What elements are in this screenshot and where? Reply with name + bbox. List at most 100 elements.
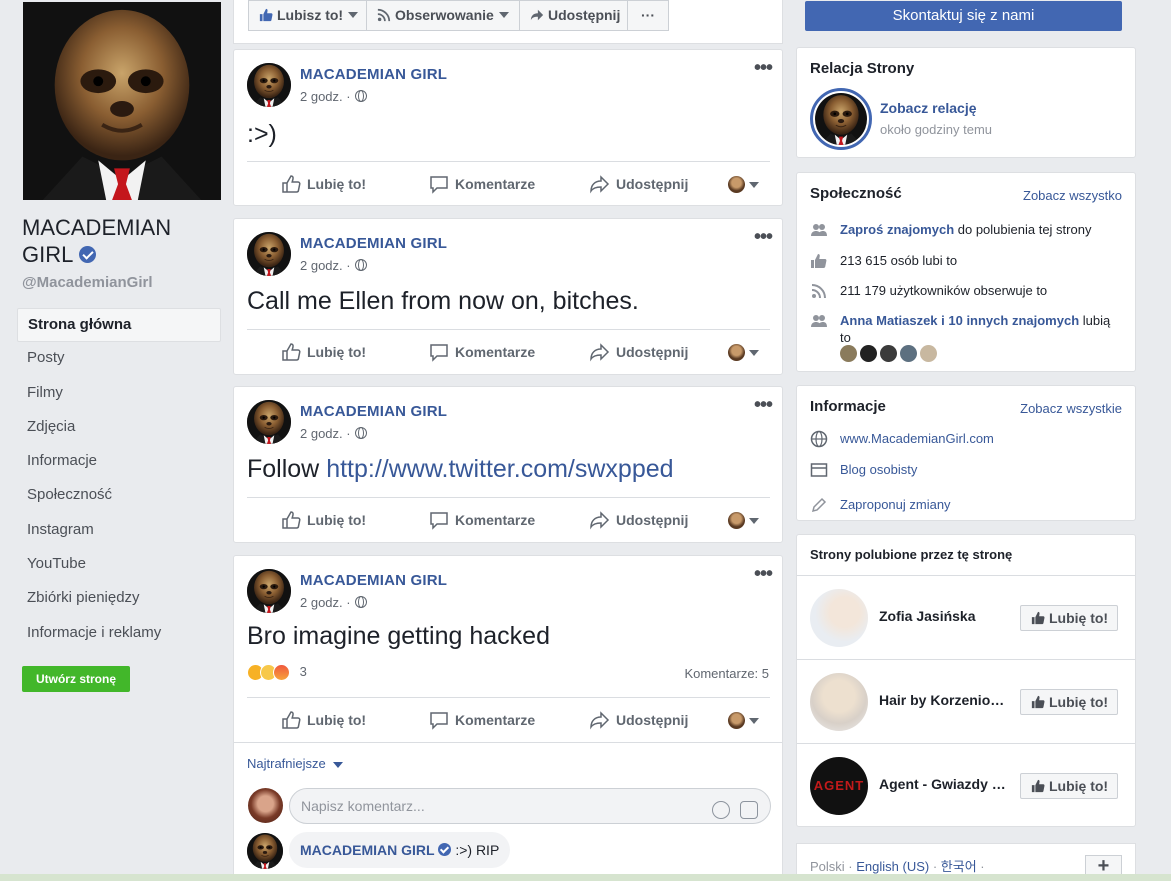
nav-item-videos[interactable]: Filmy [17, 377, 221, 411]
share-button[interactable]: Udostępnij [590, 698, 688, 742]
nav-item-photos[interactable]: Zdjęcia [17, 411, 221, 445]
liked-page-avatar[interactable] [810, 673, 868, 731]
friend-avatar[interactable] [880, 345, 897, 362]
info-see-all-link[interactable]: Zobacz wszystkie [1020, 401, 1122, 416]
sloth-image [23, 2, 221, 200]
friend-avatar[interactable] [860, 345, 877, 362]
share-button[interactable]: Udostępnij [590, 498, 688, 542]
story-avatar-ring[interactable] [810, 88, 872, 150]
reactions-summary[interactable]: 3 [247, 664, 307, 682]
post-options-icon[interactable]: ••• [754, 227, 773, 247]
liked-page-avatar[interactable] [810, 589, 868, 647]
post-options-icon[interactable]: ••• [754, 58, 773, 78]
share-page-button[interactable]: Udostępnij [519, 0, 628, 31]
nav-item-youtube[interactable]: YouTube [17, 548, 221, 582]
website-link[interactable]: www.MacademianGirl.com [840, 430, 1123, 447]
comment-sort-dropdown[interactable]: Najtrafniejsze [247, 756, 344, 771]
nav-item-info-ads[interactable]: Informacje i reklamy [17, 617, 221, 651]
page-title: MACADEMIAN GIRL [22, 214, 222, 268]
share-button[interactable]: Udostępnij [590, 330, 688, 374]
comment-button[interactable]: Komentarze [429, 498, 535, 542]
like-label: Lubię to! [307, 176, 367, 192]
comment-button[interactable]: Komentarze [429, 162, 535, 206]
category-link[interactable]: Blog osobisty [840, 461, 1123, 478]
suggest-edits-link[interactable]: Zaproponuj zmiany [840, 496, 1123, 513]
like-page-button[interactable]: Lubię to! [1020, 689, 1118, 715]
liked-page-name[interactable]: Zofia Jasińska [879, 608, 1009, 624]
following-label: Obserwowanie [395, 7, 494, 23]
friend-avatar[interactable] [840, 345, 857, 362]
post-time: 2 godz. · [300, 258, 351, 273]
friend-avatar[interactable] [920, 345, 937, 362]
post-options-icon[interactable]: ••• [754, 395, 773, 415]
friends-like-link[interactable]: Anna Matiaszek i 10 innych znajomych [840, 313, 1079, 328]
post-as-selector[interactable] [728, 712, 760, 729]
post-as-selector[interactable] [728, 344, 760, 361]
following-button[interactable]: Obserwowanie [366, 0, 520, 31]
comment-button[interactable]: Komentarze [429, 330, 535, 374]
post-author-link[interactable]: MACADEMIAN GIRL [300, 403, 447, 420]
post-author-link[interactable]: MACADEMIAN GIRL [300, 572, 447, 589]
post-as-selector[interactable] [728, 176, 760, 193]
comments-count-link[interactable]: Komentarze: 5 [684, 666, 769, 681]
author-avatar[interactable] [247, 63, 291, 107]
post-link[interactable]: http://www.twitter.com/swxpped [326, 455, 673, 483]
friend-avatar[interactable] [900, 345, 917, 362]
language-korean-link[interactable]: 한국어 [941, 859, 977, 874]
emoji-icon[interactable] [712, 801, 730, 819]
comment-author-avatar[interactable] [247, 833, 283, 869]
page-handle[interactable]: @MacademianGirl [22, 274, 153, 291]
nav-item-about[interactable]: Informacje [17, 445, 221, 479]
rss-follow-icon [811, 284, 826, 299]
comment-input[interactable]: Napisz komentarz... [289, 788, 771, 824]
nav-item-fundraisers[interactable]: Zbiórki pieniędzy [17, 582, 221, 616]
post-timestamp[interactable]: 2 godz. · [300, 89, 367, 104]
liked-page-avatar[interactable]: AGENT [810, 757, 868, 815]
share-button[interactable]: Udostępnij [590, 162, 688, 206]
author-avatar[interactable] [247, 400, 291, 444]
author-avatar[interactable] [247, 569, 291, 613]
nav-item-instagram[interactable]: Instagram [17, 514, 221, 548]
page-profile-picture[interactable] [23, 2, 221, 200]
community-see-all-link[interactable]: Zobacz wszystko [1023, 188, 1122, 203]
bottom-edge [0, 874, 1171, 881]
user-avatar [728, 344, 745, 361]
contact-us-button[interactable]: Skontaktuj się z nami [805, 1, 1122, 31]
like-button[interactable]: Lubię to! [281, 698, 366, 742]
post-text: Bro imagine getting hacked [247, 622, 550, 650]
liked-page-button[interactable]: Lubisz to! [248, 0, 367, 31]
info-card: Informacje Zobacz wszystkie www.Macademi… [796, 385, 1136, 521]
invite-friends-link[interactable]: Zaproś znajomych [840, 222, 954, 237]
like-page-button[interactable]: Lubię to! [1020, 605, 1118, 631]
liked-page-item: AGENT Agent - Gwiazdy TVN Lubię to! [797, 743, 1135, 827]
post-options-icon[interactable]: ••• [754, 564, 773, 584]
nav-item-community[interactable]: Społeczność [17, 479, 221, 513]
liked-page-name[interactable]: Hair by Korzeniowska [879, 692, 1009, 708]
like-label: Lubię to! [307, 344, 367, 360]
comment-button[interactable]: Komentarze [429, 698, 535, 742]
post-author-link[interactable]: MACADEMIAN GIRL [300, 235, 447, 252]
liked-page-name[interactable]: Agent - Gwiazdy TVN [879, 776, 1009, 792]
language-english-link[interactable]: English (US) [856, 859, 929, 874]
share-label: Udostępnij [616, 344, 689, 360]
sticker-icon[interactable] [740, 801, 758, 819]
liked-pages-card: Strony polubione przez tę stronę Zofia J… [796, 534, 1136, 827]
nav-item-home[interactable]: Strona główna [17, 308, 221, 343]
nav-item-posts[interactable]: Posty [17, 342, 221, 376]
post-timestamp[interactable]: 2 godz. · [300, 258, 367, 273]
like-page-button[interactable]: Lubię to! [1020, 773, 1118, 799]
like-button[interactable]: Lubię to! [281, 162, 366, 206]
like-button[interactable]: Lubię to! [281, 330, 366, 374]
view-story-link[interactable]: Zobacz relację [880, 100, 977, 116]
like-button[interactable]: Lubię to! [281, 498, 366, 542]
comment-author-link[interactable]: MACADEMIAN GIRL [300, 842, 435, 858]
create-page-button[interactable]: Utwórz stronę [22, 666, 130, 692]
post-as-selector[interactable] [728, 512, 760, 529]
post-author-link[interactable]: MACADEMIAN GIRL [300, 66, 447, 83]
post-timestamp[interactable]: 2 godz. · [300, 595, 367, 610]
page-action-bar: Lubisz to! Obserwowanie Udostępnij ··· [233, 0, 783, 44]
more-options-button[interactable]: ··· [627, 0, 669, 31]
post-timestamp[interactable]: 2 godz. · [300, 426, 367, 441]
author-avatar[interactable] [247, 232, 291, 276]
current-user-avatar [248, 788, 283, 823]
